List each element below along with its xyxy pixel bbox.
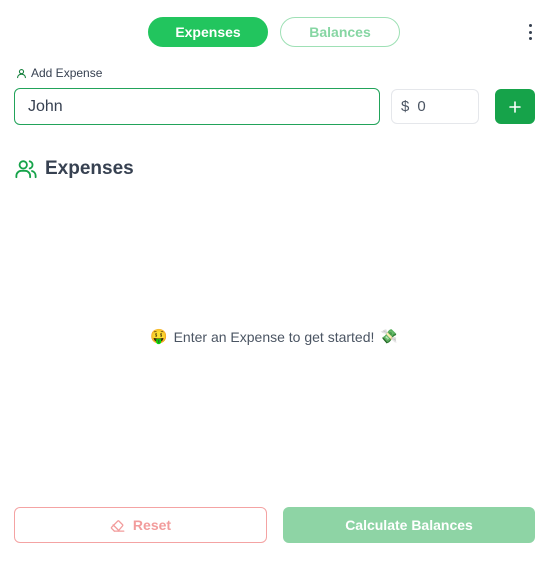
expenses-section-header: Expenses bbox=[15, 158, 134, 180]
reset-button[interactable]: Reset bbox=[14, 507, 267, 543]
more-options-icon[interactable] bbox=[524, 24, 536, 40]
empty-state-text: Enter an Expense to get started! bbox=[173, 328, 375, 345]
money-face-emoji: 🤑 bbox=[150, 328, 168, 344]
tab-balances[interactable]: Balances bbox=[280, 17, 400, 47]
amount-input[interactable] bbox=[417, 98, 468, 115]
add-expense-button[interactable] bbox=[495, 89, 535, 124]
plus-icon bbox=[509, 100, 521, 113]
eraser-icon bbox=[110, 519, 125, 532]
add-expense-label-text: Add Expense bbox=[31, 66, 103, 80]
empty-state-message: 🤑 Enter an Expense to get started! 💸 bbox=[0, 328, 548, 345]
amount-field[interactable]: $ bbox=[391, 89, 479, 124]
users-icon bbox=[15, 160, 37, 179]
money-wings-emoji: 💸 bbox=[380, 328, 398, 344]
calculate-balances-button[interactable]: Calculate Balances bbox=[283, 507, 535, 543]
view-tabs: Expenses Balances bbox=[0, 17, 548, 47]
expenses-title: Expenses bbox=[45, 158, 134, 179]
add-expense-label: Add Expense bbox=[16, 66, 102, 80]
payer-name-input[interactable] bbox=[14, 88, 380, 125]
reset-label: Reset bbox=[132, 517, 172, 533]
tab-expenses[interactable]: Expenses bbox=[148, 17, 268, 47]
user-icon bbox=[17, 68, 26, 78]
currency-symbol: $ bbox=[401, 98, 410, 115]
